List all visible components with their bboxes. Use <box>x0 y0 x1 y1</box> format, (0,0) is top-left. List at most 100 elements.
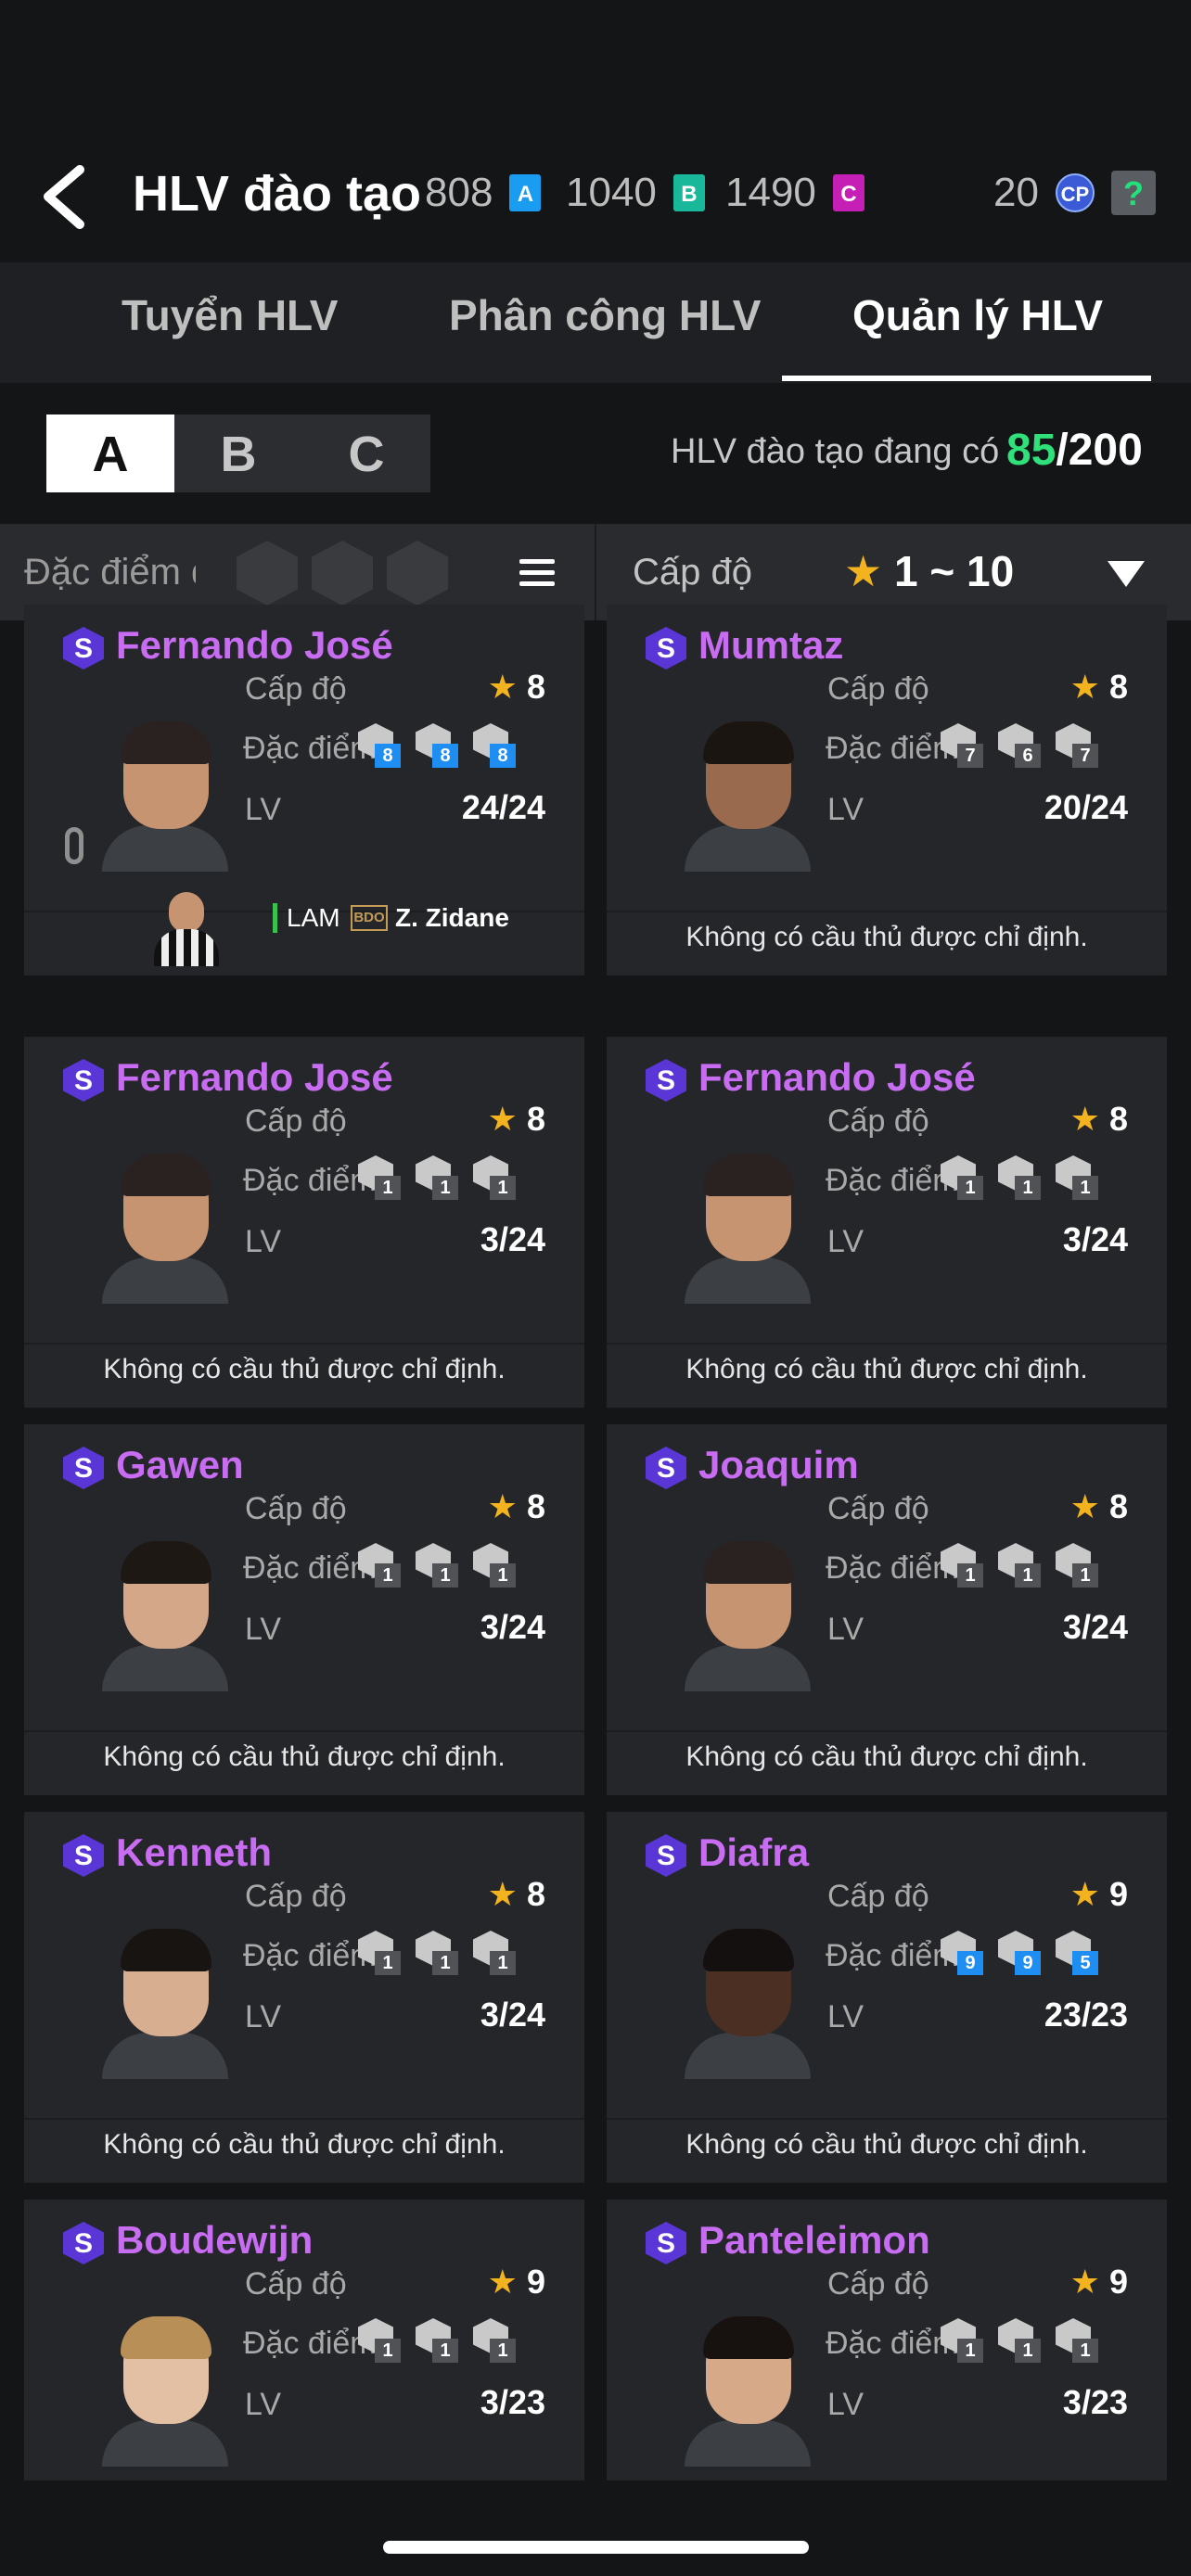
coupon-c-icon: C <box>832 174 864 211</box>
level-label: Cấp độ <box>245 671 347 707</box>
coach-avatar <box>685 1154 811 1304</box>
rank-s-icon: S <box>63 1834 104 1877</box>
coach-level-value: 8 <box>1108 1100 1128 1138</box>
coach-level: ★ 9 <box>1069 1875 1128 1913</box>
menu-icon[interactable] <box>519 559 555 587</box>
level-label: Cấp độ <box>827 1491 929 1526</box>
coach-avatar <box>102 1929 228 2079</box>
trait-slot-1-icon[interactable] <box>237 541 298 606</box>
trait-list: 1 1 1 <box>358 2318 516 2363</box>
trait-icon: 1 <box>1056 1543 1098 1588</box>
coach-level: ★ 8 <box>487 1875 545 1913</box>
trait-filter-label[interactable]: Đặc điểm đ <box>24 552 196 593</box>
trait-level: 1 <box>1072 1176 1098 1200</box>
coach-avatar <box>102 1154 228 1304</box>
trait-icon: 1 <box>416 2318 458 2363</box>
coach-card[interactable]: S Fernando José Cấp độ ★ 8 Đặc điểm 1 11 … <box>607 1037 1167 1408</box>
active-tab-indicator <box>782 376 1151 381</box>
coach-card[interactable]: S Joaquim Cấp độ ★ 8 Đặc điểm 1 1 1 LV 3/2… <box>607 1424 1167 1795</box>
coach-lv-progress: 3/23 <box>1062 2383 1128 2421</box>
tab-recruit[interactable]: Tuyển HLV <box>122 290 338 340</box>
trait-icon: 1 <box>1056 1155 1098 1200</box>
dropdown-arrow-icon[interactable] <box>1108 561 1145 587</box>
lv-label: LV <box>827 1224 864 1259</box>
coach-avatar <box>102 1541 228 1691</box>
trait-level: 7 <box>1072 744 1098 768</box>
trait-level: 8 <box>490 744 516 768</box>
trait-slot-3-icon[interactable] <box>387 541 448 606</box>
card-divider <box>24 1343 584 1345</box>
level-label: Cấp độ <box>827 1103 929 1139</box>
coach-level: ★ 8 <box>1069 1100 1128 1138</box>
trait-icon: 1 <box>473 2318 516 2363</box>
coach-level: ★ 8 <box>487 1487 545 1525</box>
cp-amount: 20 <box>993 170 1039 215</box>
coach-card[interactable]: S Kenneth Cấp độ ★ 8 Đặc điểm 1 1 1 LV 3/2… <box>24 1812 584 2183</box>
coach-name: Boudewijn <box>116 2218 314 2262</box>
coach-level-value: 8 <box>526 1100 545 1138</box>
coach-level: ★ 8 <box>487 668 545 706</box>
segment-b[interactable]: B <box>174 414 302 492</box>
coach-lv-progress: 23/23 <box>1044 1996 1128 2034</box>
trait-icon: 1 <box>358 1543 401 1588</box>
help-icon[interactable]: ? <box>1110 171 1156 215</box>
coach-name: Gawen <box>116 1443 244 1486</box>
coach-count-label: HLV đào tạo đang có <box>671 432 1000 471</box>
trait-slot-2-icon[interactable] <box>312 541 373 606</box>
coach-level-value: 9 <box>526 2263 545 2301</box>
trait-icon: 9 <box>941 1931 983 1975</box>
coach-level: ★ 9 <box>487 2263 545 2301</box>
card-divider <box>607 911 1167 912</box>
coach-card[interactable]: S Diafra Cấp độ ★ 9 Đặc điểm 9 9 5 LV 23/2… <box>607 1812 1167 2183</box>
coach-level-value: 8 <box>526 668 545 706</box>
trait-icon: 8 <box>473 723 516 768</box>
trait-level: 8 <box>375 744 401 768</box>
traits-label: Đặc điểm <box>826 2326 959 2361</box>
coach-card[interactable]: S Mumtaz Cấp độ ★ 8 Đặc điểm 7 6 7 LV 20/2… <box>607 605 1167 976</box>
rank-s-icon: S <box>646 1447 686 1489</box>
tab-assign[interactable]: Phân công HLV <box>449 290 762 340</box>
card-divider <box>607 2118 1167 2120</box>
coach-name: Fernando José <box>116 623 393 667</box>
traits-label: Đặc điểm <box>826 731 959 766</box>
coach-avatar <box>685 721 811 872</box>
assigned-player: LAM BDO Z. Zidane <box>135 874 581 976</box>
coach-level: ★ 8 <box>1069 1487 1128 1525</box>
tab-manage[interactable]: Quản lý HLV <box>852 290 1103 340</box>
coach-name: Mumtaz <box>698 623 844 667</box>
lv-label: LV <box>827 1999 864 2034</box>
rank-s-icon: S <box>646 1834 686 1877</box>
page-title: HLV đào tạo <box>133 166 422 222</box>
coach-card[interactable]: S Gawen Cấp độ ★ 8 Đặc điểm 111 LV 3/24 … <box>24 1424 584 1795</box>
traits-label: Đặc điểm <box>243 731 377 766</box>
coach-name: Diafra <box>698 1830 810 1874</box>
coach-avatar <box>685 1929 811 2079</box>
coach-level-value: 8 <box>1108 1487 1128 1525</box>
coach-lv-progress: 24/24 <box>461 788 545 826</box>
coach-lv-progress: 3/24 <box>480 1996 545 2034</box>
trait-level: 1 <box>1015 1176 1041 1200</box>
coach-name: Fernando José <box>116 1055 393 1099</box>
player-position: LAM <box>273 903 340 933</box>
trait-icon: 1 <box>998 1155 1041 1200</box>
rank-s-icon: S <box>63 2222 104 2264</box>
no-player-text: Không có cầu thủ được chỉ định. <box>685 2129 1088 2160</box>
coach-card[interactable]: S Fernando José Cấp độ ★ 8 Đặc điểm 1 11 … <box>24 1037 584 1408</box>
coach-card[interactable]: S Panteleimon Cấp độ ★ 9 Đặc điểm 1 1 1 LV… <box>607 2200 1167 2480</box>
coach-level: ★ 8 <box>1069 668 1128 706</box>
level-range-value: 1 ~ 10 <box>894 547 1015 595</box>
back-arrow-icon[interactable] <box>37 162 93 232</box>
rank-s-icon: S <box>646 2222 686 2264</box>
coach-card[interactable]: S Fernando José Cấp độ ★ 8 Đặc điểm 888 … <box>24 605 584 976</box>
level-filter-range[interactable]: ★ 1 ~ 10 <box>844 546 1014 596</box>
coach-lv-progress: 3/23 <box>480 2383 545 2421</box>
segment-a[interactable]: A <box>46 414 174 492</box>
coach-card[interactable]: S Boudewijn Cấp độ ★ 9 Đặc điểm 1 1 1 LV 3… <box>24 2200 584 2480</box>
coach-level-value: 8 <box>526 1875 545 1913</box>
trait-icon: 7 <box>941 723 983 768</box>
trait-icon: 1 <box>941 1155 983 1200</box>
coach-lv-progress: 3/24 <box>1062 1608 1128 1646</box>
coach-avatar <box>102 2316 228 2467</box>
segment-c[interactable]: C <box>302 414 430 492</box>
trait-icon: 1 <box>1056 2318 1098 2363</box>
